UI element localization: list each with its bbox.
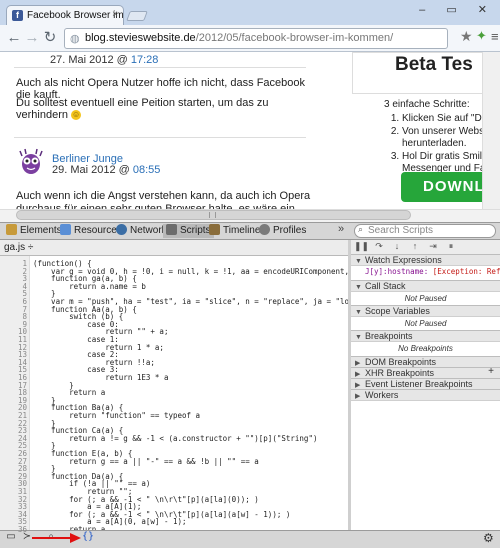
search-icon: ⌕ [358, 224, 364, 234]
globe-icon: ◍ [70, 33, 80, 45]
new-tab-button[interactable] [126, 11, 148, 21]
back-icon[interactable]: ← [4, 28, 24, 48]
forward-icon[interactable]: → [22, 28, 42, 48]
url-path: /2012/05/facebook-browser-im-kommen/ [195, 32, 394, 44]
extension-icon[interactable]: ✦ [476, 28, 487, 44]
devtools-tab-elements[interactable]: Elements [6, 224, 62, 238]
smiley-icon: ☺ [71, 110, 82, 121]
scripts-icon [166, 224, 177, 235]
more-tabs-button[interactable]: » [338, 223, 344, 235]
tab-close-icon[interactable]: × [112, 9, 118, 20]
tab-title: Facebook Browser im komr [27, 10, 124, 21]
code-line: return g == a || "-" == a && !b || "" ==… [33, 456, 259, 466]
pause-on-exceptions-icon[interactable]: ⏸ [444, 241, 458, 253]
file-select[interactable]: ga.js ÷ [4, 242, 33, 253]
step-out-icon[interactable]: ↑ [408, 241, 422, 253]
wrench-menu-icon[interactable]: ≡ [491, 29, 499, 44]
page-viewport: 27. Mai 2012 @ 17:28 Auch als nicht Oper… [0, 52, 500, 222]
page-scrollbar[interactable] [482, 52, 500, 222]
bookmark-star-icon[interactable]: ★ [460, 28, 473, 45]
divider [14, 67, 306, 68]
browser-tab[interactable]: f Facebook Browser im komr × [6, 5, 124, 26]
arrow-annotation-icon [32, 533, 81, 543]
source-code-view[interactable]: (function() { var g = void 0, h = !0, i … [30, 256, 348, 530]
avatar [19, 148, 43, 174]
watch-expression-row[interactable]: J[y]:hostname: [Exception: Refe [351, 265, 500, 279]
devtools-tab-timeline[interactable]: Timeline [209, 224, 260, 238]
comment-date: 29. Mai 2012 @ 08:55 [52, 164, 161, 176]
url-domain: blog.stevieswebsite.de [85, 32, 196, 44]
breakpoints-status: No Breakpoints [398, 344, 453, 353]
scope-variables-header[interactable]: ▼ Scope Variables [351, 305, 500, 317]
comment-date: 27. Mai 2012 @ 17:28 [50, 54, 159, 66]
scrollbar-grip [209, 212, 216, 218]
devtools-tab-network[interactable]: Network [116, 224, 167, 238]
reload-icon[interactable]: ↻ [40, 28, 60, 48]
code-line: return "function" == typeof a [33, 411, 201, 420]
deactivate-breakpoints-icon[interactable]: ⇥ [426, 241, 440, 253]
line-number[interactable]: 36 [0, 525, 27, 534]
profiles-icon [259, 224, 270, 235]
devtools-tab-profiles[interactable]: Profiles [259, 224, 306, 238]
search-scripts-input[interactable]: Search Scripts [354, 224, 496, 238]
comment-text: Du solltest eventuell eine Peition start… [16, 97, 269, 121]
step-over-icon[interactable]: ↷ [372, 241, 386, 253]
divider [14, 137, 306, 138]
address-bar[interactable]: blog.stevieswebsite.de/2012/05/facebook-… [64, 28, 448, 49]
pause-button[interactable]: ❚❚ [354, 241, 369, 253]
devtools-tab-resources[interactable]: Resources [60, 224, 122, 238]
settings-gear-icon[interactable]: ⚙ [483, 531, 494, 545]
code-line: return a != g && -1 < (a.constructor + "… [33, 433, 318, 443]
scope-status: Not Paused [404, 319, 447, 328]
step-into-icon[interactable]: ↓ [390, 241, 404, 253]
timeline-icon [209, 224, 220, 235]
workers-header[interactable]: ▶ Workers [351, 389, 500, 401]
add-xhr-breakpoint-button[interactable]: + [488, 367, 494, 377]
elements-icon [6, 224, 17, 235]
beta-banner-text: Beta Tes [395, 54, 473, 75]
pretty-print-button[interactable]: {} [82, 531, 94, 542]
facebook-favicon-icon: f [12, 10, 23, 21]
call-stack-header[interactable]: ▼ Call Stack [351, 280, 500, 292]
devtools-tab-scripts[interactable]: Scripts [163, 224, 214, 238]
network-icon [116, 224, 127, 235]
call-stack-status: Not Paused [404, 294, 447, 303]
file-selector-bar [0, 240, 348, 256]
window-controls[interactable]: – ▭ ✕ [419, 3, 496, 16]
breakpoints-header[interactable]: ▼ Breakpoints [351, 330, 500, 342]
resources-icon [60, 224, 71, 235]
